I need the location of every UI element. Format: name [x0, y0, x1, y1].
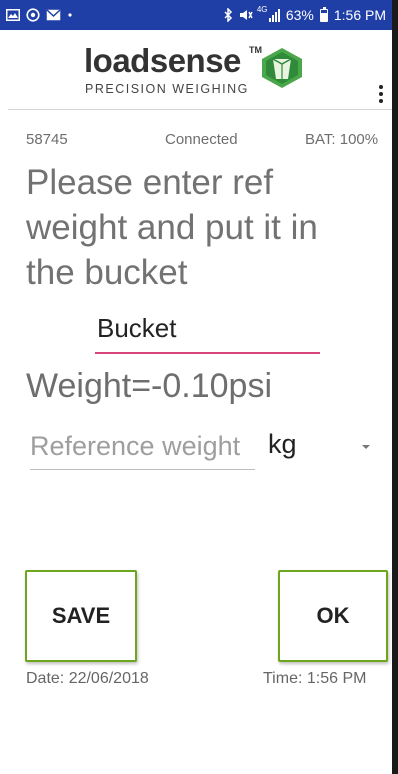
- date-label: Date: 22/06/2018: [26, 670, 149, 687]
- ok-button[interactable]: OK: [278, 570, 388, 662]
- screen-edge: [392, 0, 398, 774]
- status-bar-system: 4G 63% 1:56 PM: [223, 5, 386, 23]
- signal-icon: 4G: [256, 5, 280, 23]
- status-clock: 1:56 PM: [333, 7, 386, 23]
- header-divider: [8, 109, 392, 110]
- save-button[interactable]: SAVE: [25, 570, 137, 662]
- unit-selected-value: kg: [268, 428, 297, 459]
- device-battery: BAT: 100%: [305, 131, 379, 148]
- network-type-label: 4G: [256, 5, 268, 14]
- mail-icon: [46, 7, 61, 23]
- dot-icon: [67, 7, 73, 23]
- overflow-menu-icon[interactable]: [374, 82, 388, 106]
- loadsense-logo: loadsense TM PRECISION WEIGHING: [84, 42, 314, 98]
- mute-icon: [239, 7, 253, 23]
- time-label: Time: 1:56 PM: [263, 670, 367, 687]
- instruction-text: Please enter ref weight and put it in th…: [26, 163, 318, 292]
- gallery-icon: [6, 7, 20, 23]
- dropdown-arrow-icon: [362, 445, 370, 449]
- logo-bucket-icon: [258, 46, 306, 95]
- battery-percent: 63%: [285, 7, 314, 23]
- device-id: 58745: [26, 131, 68, 148]
- logo-subtitle: PRECISION WEIGHING: [85, 82, 249, 96]
- status-bar: 4G 63% 1:56 PM: [0, 0, 392, 30]
- bluetooth-icon: [223, 7, 233, 23]
- app-header: loadsense TM PRECISION WEIGHING: [0, 30, 392, 110]
- reference-weight-input[interactable]: [30, 428, 255, 470]
- circle-app-icon: [26, 7, 40, 23]
- bucket-name-field[interactable]: [95, 310, 320, 354]
- weight-readout: Weight=-0.10psi: [26, 367, 273, 405]
- battery-icon: [319, 6, 328, 22]
- connection-status: Connected: [165, 131, 238, 148]
- status-bar-notifications: [6, 7, 73, 23]
- unit-dropdown[interactable]: kg: [268, 426, 374, 462]
- logo-wordmark: loadsense: [84, 42, 241, 79]
